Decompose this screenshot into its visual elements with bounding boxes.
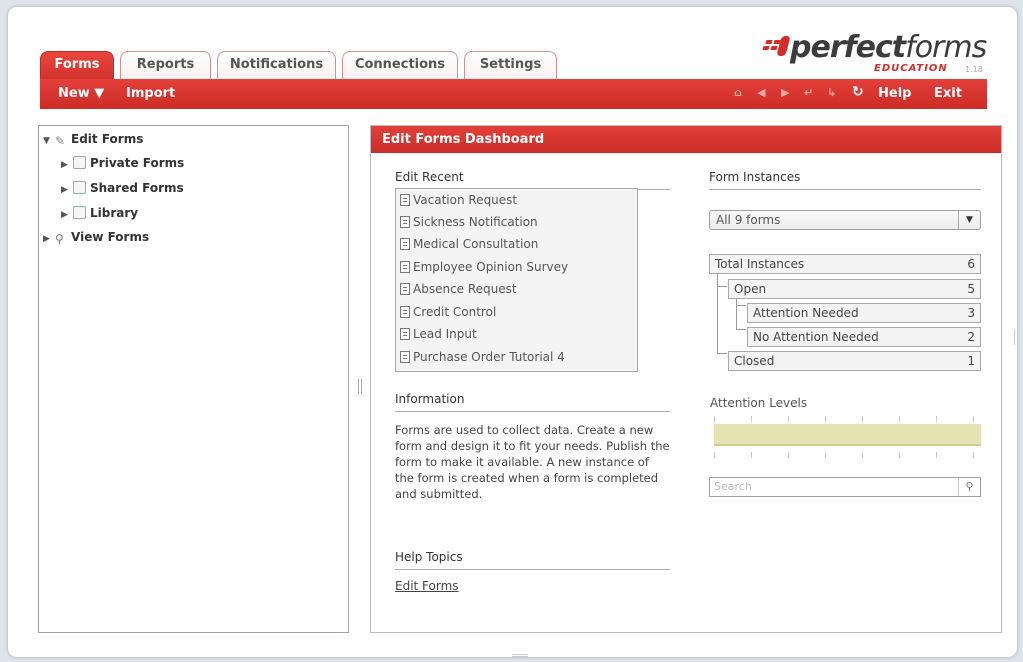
app-version: 1.18	[965, 65, 983, 74]
tree-connector	[736, 298, 737, 329]
tree-item-label: Library	[90, 206, 139, 220]
library-icon	[73, 206, 86, 219]
help-topics-title: Help Topics	[395, 550, 670, 570]
document-icon	[400, 283, 410, 295]
list-item[interactable]: Purchase Order Tutorial 4	[400, 347, 565, 367]
logo-wordmark: perfectforms	[790, 30, 987, 65]
tab-settings[interactable]: Settings	[464, 51, 557, 79]
tab-notifications[interactable]: Notifications	[217, 51, 336, 79]
open-instances-row[interactable]: Open 5	[728, 279, 981, 299]
edit-recent-title: Edit Recent	[395, 170, 670, 190]
navigation-tree: ▼ ✎ Edit Forms ▶ Private Forms ▶ Shared Form…	[38, 125, 349, 633]
total-instances-row[interactable]: Total Instances 6	[709, 254, 981, 274]
tree-item-label: Edit Forms	[71, 132, 144, 146]
list-item[interactable]: Lead Input	[400, 324, 477, 344]
form-instances-title: Form Instances	[709, 170, 981, 190]
document-icon	[400, 194, 410, 206]
document-icon	[400, 216, 410, 228]
magnifier-icon: ⚲	[55, 232, 64, 246]
expand-arrow-icon[interactable]: ▼	[43, 131, 55, 151]
search-placeholder: Search	[714, 480, 752, 493]
right-splitter-handle[interactable]	[1014, 329, 1018, 345]
search-input[interactable]: Search ⚲	[709, 477, 981, 497]
tab-reports[interactable]: Reports	[120, 51, 211, 79]
exit-button[interactable]: Exit	[934, 86, 962, 101]
list-item[interactable]: Medical Consultation	[400, 234, 538, 254]
chevron-down-icon[interactable]: ▼	[958, 211, 980, 229]
closed-instances-row[interactable]: Closed 1	[728, 351, 981, 371]
information-title: Information	[395, 392, 670, 412]
tree-item-edit-forms[interactable]: ▼ ✎ Edit Forms	[43, 129, 143, 149]
tree-connector	[717, 353, 727, 354]
toolbar: New ▼ Import ⌂ ◀ ▶ ↵ ↳ ↻ Help Exit	[40, 79, 987, 109]
tree-connector	[736, 305, 746, 306]
logo-edition: EDUCATION	[874, 63, 948, 74]
import-button[interactable]: Import	[126, 86, 175, 101]
document-icon	[400, 238, 410, 250]
forms-filter-value: All 9 forms	[716, 213, 781, 227]
bottom-splitter-handle[interactable]	[512, 654, 528, 657]
panel-splitter-handle[interactable]	[358, 379, 362, 395]
collapse-arrow-icon[interactable]: ▶	[61, 205, 73, 225]
pencil-icon: ✎	[55, 134, 66, 148]
document-icon	[400, 328, 410, 340]
tree-connector	[717, 286, 727, 287]
dashboard-panel: Edit Forms Dashboard Edit Recent Vacatio…	[370, 125, 1002, 633]
redo-icon[interactable]: ↳	[827, 86, 836, 99]
recent-forms-list: Vacation Request Sickness Notification M…	[395, 188, 638, 372]
tree-item-library[interactable]: ▶ Library	[61, 203, 138, 223]
new-menu-button[interactable]: New ▼	[58, 86, 104, 101]
attention-levels-title: Attention Levels	[710, 396, 808, 410]
back-icon[interactable]: ◀	[757, 86, 765, 99]
help-button[interactable]: Help	[878, 86, 911, 101]
home-icon[interactable]: ⌂	[734, 86, 742, 99]
private-folder-icon	[73, 156, 86, 169]
list-item[interactable]: Employee Opinion Survey	[400, 257, 568, 277]
attention-levels-bar	[714, 424, 981, 446]
information-text: Forms are used to collect data. Create a…	[395, 423, 670, 501]
tree-item-shared-forms[interactable]: ▶ Shared Forms	[61, 178, 184, 198]
collapse-arrow-icon[interactable]: ▶	[61, 180, 73, 200]
tree-connector	[736, 329, 746, 330]
perfectforms-logo: perfectforms EDUCATION 1.18	[762, 30, 1012, 77]
forward-icon[interactable]: ▶	[781, 86, 789, 99]
app-window: Forms Reports Notifications Connections …	[7, 6, 1018, 658]
tab-forms[interactable]: Forms	[40, 51, 114, 81]
collapse-arrow-icon[interactable]: ▶	[61, 155, 73, 175]
list-item[interactable]: Credit Control	[400, 302, 496, 322]
tree-item-label: Shared Forms	[90, 181, 184, 195]
document-icon	[400, 351, 410, 363]
list-item[interactable]: Absence Request	[400, 279, 517, 299]
shared-folder-icon	[73, 181, 86, 194]
list-item[interactable]: Sickness Notification	[400, 212, 538, 232]
help-link-edit-forms[interactable]: Edit Forms	[395, 579, 459, 593]
no-attention-needed-row[interactable]: No Attention Needed 2	[747, 327, 981, 347]
undo-icon[interactable]: ↵	[804, 86, 813, 99]
tree-item-label: Private Forms	[90, 156, 185, 170]
tree-item-label: View Forms	[71, 230, 150, 244]
list-item[interactable]: Vacation Request	[400, 190, 517, 210]
document-icon	[400, 261, 410, 273]
forms-filter-select[interactable]: All 9 forms ▼	[709, 210, 981, 230]
collapse-arrow-icon[interactable]: ▶	[43, 229, 55, 249]
dashboard-title: Edit Forms Dashboard	[371, 126, 1001, 153]
tree-item-view-forms[interactable]: ▶ ⚲ View Forms	[43, 227, 149, 247]
tree-item-private-forms[interactable]: ▶ Private Forms	[61, 153, 184, 173]
tab-connections[interactable]: Connections	[342, 51, 458, 79]
search-icon[interactable]: ⚲	[958, 478, 980, 496]
attention-needed-row[interactable]: Attention Needed 3	[747, 303, 981, 323]
logo-flag-icon	[762, 36, 791, 56]
refresh-icon[interactable]: ↻	[852, 84, 864, 100]
document-icon	[400, 306, 410, 318]
